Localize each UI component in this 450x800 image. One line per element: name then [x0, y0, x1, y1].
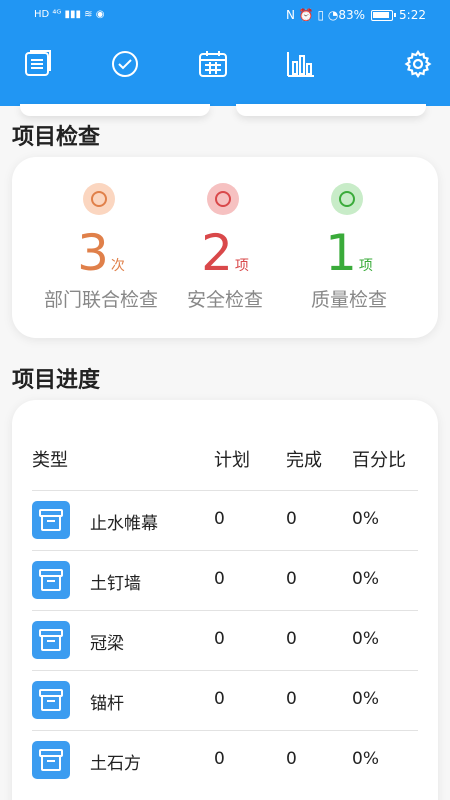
row-type: 土石方 [90, 754, 141, 774]
table-row[interactable]: 土钉墙 0 0 0% [32, 550, 418, 610]
archive-box-icon [32, 501, 70, 539]
row-plan: 0 [214, 749, 225, 769]
header-plan: 计划 [214, 450, 250, 471]
row-percent: 0% [352, 629, 379, 649]
inspection-title: 项目检查 [12, 125, 101, 150]
row-done: 0 [286, 569, 297, 589]
row-done: 0 [286, 689, 297, 709]
row-plan: 0 [214, 509, 225, 529]
archive-box-icon [32, 561, 70, 599]
row-type: 土钉墙 [90, 574, 141, 594]
table-row[interactable]: 冠梁 0 0 0% [32, 610, 418, 670]
status-right: N ⏰ ▯ ◔83% 5:22 [286, 8, 426, 22]
circle-icon [83, 183, 115, 215]
progress-title: 项目进度 [12, 368, 101, 393]
count-unit: 项 [358, 258, 373, 274]
header-type: 类型 [32, 450, 68, 471]
table-row[interactable]: 土石方 0 0 0% [32, 730, 418, 790]
calendar-icon[interactable] [197, 48, 229, 80]
table-row[interactable]: 止水帷幕 0 0 0% [32, 490, 418, 550]
status-bar: HD ⁴ᴳ ▮▮▮ ≋ ◉ N ⏰ ▯ ◔83% 5:22 [0, 0, 450, 34]
table-header: 类型 计划 完成 百分比 [32, 442, 422, 482]
row-type: 冠梁 [90, 634, 124, 654]
count-value: 2 [201, 224, 233, 282]
header-done: 完成 [286, 450, 322, 471]
header-percent: 百分比 [352, 450, 406, 471]
row-percent: 0% [352, 749, 379, 769]
status-left: HD ⁴ᴳ ▮▮▮ ≋ ◉ [34, 9, 104, 20]
top-toolbar [0, 34, 450, 106]
row-done: 0 [286, 509, 297, 529]
table-row[interactable]: 锚杆 0 0 0% [32, 670, 418, 730]
count-value: 3 [77, 224, 109, 282]
count-unit: 项 [234, 258, 249, 274]
gear-icon[interactable] [402, 48, 434, 80]
check-circle-icon[interactable] [109, 48, 141, 80]
row-done: 0 [286, 749, 297, 769]
archive-box-icon [32, 621, 70, 659]
row-plan: 0 [214, 569, 225, 589]
archive-box-icon [32, 681, 70, 719]
row-type: 止水帷幕 [90, 514, 158, 534]
clock: 5:22 [399, 8, 426, 22]
tab-indicator [20, 104, 210, 116]
row-percent: 0% [352, 689, 379, 709]
row-plan: 0 [214, 689, 225, 709]
circle-icon [207, 183, 239, 215]
count-unit: 次 [110, 258, 125, 274]
row-done: 0 [286, 629, 297, 649]
inspection-card: 3次 部门联合检查 2项 安全检查 1项 质量检查 [12, 157, 438, 338]
circle-icon [331, 183, 363, 215]
signal-status: HD ⁴ᴳ ▮▮▮ ≋ ◉ [34, 9, 105, 20]
archive-box-icon [32, 741, 70, 779]
row-percent: 0% [352, 509, 379, 529]
tab-indicator [236, 104, 426, 116]
inspection-label: 质量检查 [310, 289, 387, 311]
bar-chart-icon[interactable] [285, 48, 317, 80]
status-icons: N ⏰ ▯ ◔83% [285, 8, 366, 22]
progress-card: 类型 计划 完成 百分比 止水帷幕 0 0 0% 土钉墙 0 0 0% 冠梁 0 0 0% 锚杆 0 0 0%… [12, 400, 438, 800]
row-percent: 0% [352, 569, 379, 589]
row-plan: 0 [214, 629, 225, 649]
quality-count: 1项 [274, 223, 424, 283]
list-icon[interactable] [22, 48, 54, 80]
count-value: 1 [325, 224, 357, 282]
row-type: 锚杆 [90, 694, 124, 714]
battery-icon [371, 9, 397, 21]
